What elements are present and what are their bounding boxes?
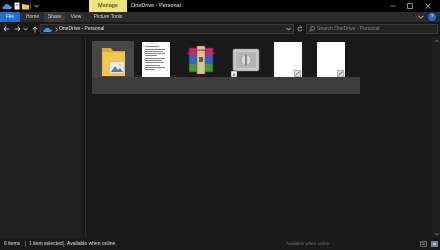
availability-status: Available when online	[67, 241, 116, 247]
tab-file[interactable]: File	[0, 12, 20, 22]
onedrive-cloud-icon	[41, 25, 53, 33]
status-separator	[25, 241, 26, 247]
search-placeholder: Search OneDrive - Personal	[317, 26, 380, 32]
file-item-archive[interactable]	[180, 41, 222, 77]
address-dropdown-icon[interactable]	[285, 26, 291, 32]
large-icons-view-icon[interactable]	[430, 240, 438, 248]
minimize-icon	[390, 5, 396, 7]
back-arrow-icon[interactable]	[2, 24, 11, 34]
maximize-button[interactable]	[403, 0, 417, 12]
tab-view[interactable]: View	[66, 12, 86, 22]
blank-file-icon	[317, 42, 345, 78]
window-title: OneDrive - Personal	[131, 3, 181, 9]
close-icon	[425, 3, 431, 9]
file-type-badge-icon	[337, 70, 344, 77]
details-view-icon[interactable]	[419, 240, 427, 248]
onedrive-icon	[2, 2, 12, 10]
forward-arrow-icon[interactable]	[13, 24, 22, 34]
close-button[interactable]	[421, 0, 435, 12]
installer-icon	[230, 48, 260, 78]
quick-access-divider	[30, 3, 31, 9]
navigation-bar: OneDrive - Personal Search OneDrive - Pe…	[0, 22, 440, 36]
vertical-scrollbar[interactable]	[432, 37, 440, 238]
tab-picture-tools[interactable]: Picture Tools	[89, 12, 127, 22]
file-item-folder[interactable]	[92, 41, 134, 77]
file-item-installer[interactable]	[224, 41, 266, 78]
tab-home[interactable]: Home	[22, 12, 43, 22]
file-list-view[interactable]	[86, 37, 432, 238]
navigation-pane[interactable]	[0, 37, 82, 238]
status-bar: 6 items 1 item selected Available when o…	[0, 238, 440, 250]
file-item-document[interactable]	[136, 41, 178, 78]
blank-file-icon	[274, 42, 302, 78]
item-count: 6 items	[4, 241, 21, 247]
search-icon	[307, 25, 317, 33]
manage-context-tab[interactable]: Manage	[89, 0, 127, 12]
status-separator	[63, 241, 64, 247]
expand-ribbon-icon[interactable]	[418, 14, 424, 20]
folder-icon	[102, 48, 125, 76]
file-item-file-1[interactable]	[267, 41, 309, 78]
title-bar: Manage OneDrive - Personal	[0, 0, 440, 12]
recent-locations-chevron-icon[interactable]	[22, 24, 28, 34]
customize-quick-access-icon[interactable]	[33, 2, 39, 10]
file-item-file-2[interactable]	[310, 41, 352, 78]
new-folder-icon[interactable]	[22, 2, 29, 10]
scroll-down-icon[interactable]	[432, 230, 440, 238]
file-type-badge-icon	[294, 70, 301, 77]
up-arrow-icon[interactable]	[30, 24, 39, 34]
search-box[interactable]: Search OneDrive - Personal	[306, 24, 438, 34]
help-icon[interactable]: ?	[428, 13, 436, 21]
minimize-button[interactable]	[386, 0, 400, 12]
refresh-icon[interactable]	[296, 24, 304, 34]
document-icon	[142, 42, 170, 78]
selection-count: 1 item selected	[29, 241, 63, 247]
scroll-up-icon[interactable]	[432, 37, 440, 45]
tab-share[interactable]: Share	[44, 12, 65, 22]
properties-icon[interactable]	[14, 2, 20, 10]
address-bar[interactable]: OneDrive - Personal	[40, 24, 294, 34]
winrar-archive-icon	[186, 45, 216, 75]
online-status-text: Available when online	[286, 241, 330, 246]
breadcrumb-item-onedrive-personal[interactable]: OneDrive - Personal	[59, 26, 104, 32]
ribbon-tab-bar: File Home Share View Picture Tools ?	[0, 12, 440, 22]
row-hover-highlight	[92, 77, 360, 94]
maximize-icon	[407, 3, 413, 9]
